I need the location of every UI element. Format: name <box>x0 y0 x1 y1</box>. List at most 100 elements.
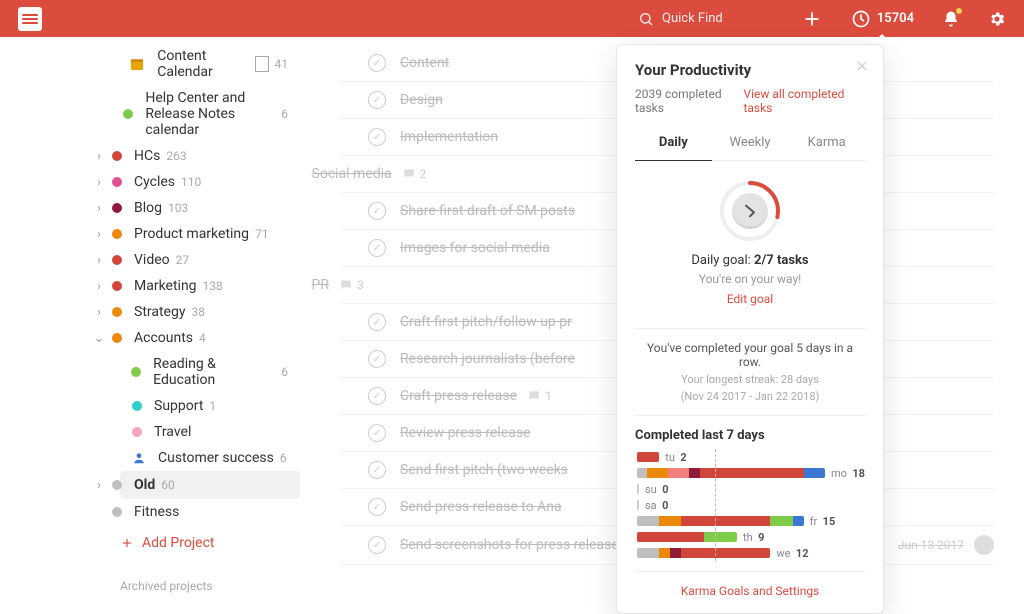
sidebar-project[interactable]: Support1 <box>120 393 300 419</box>
settings-button[interactable] <box>988 10 1006 28</box>
chevron-right-icon: › <box>90 305 108 320</box>
sidebar-project[interactable]: ›Strategy38 <box>120 299 300 325</box>
project-name: Content Calendar <box>157 48 248 80</box>
project-name: Old <box>134 477 155 493</box>
project-color-dot <box>112 203 122 213</box>
person-icon <box>132 451 146 465</box>
sidebar-project[interactable]: ›HCs263 <box>120 143 300 169</box>
sidebar-project[interactable]: Content Calendar 41 <box>120 43 300 85</box>
sidebar-project[interactable]: ›Cycles110 <box>120 169 300 195</box>
task-checkbox[interactable]: ✓ <box>368 91 386 109</box>
chevron-right-icon: › <box>90 201 108 216</box>
quick-find-placeholder: Quick Find <box>662 11 723 26</box>
week-chart-label: fr 15 <box>810 515 836 528</box>
comment-count[interactable]: 3 <box>339 278 364 292</box>
project-color-dot <box>112 177 122 187</box>
sidebar-project[interactable]: Travel <box>120 419 300 445</box>
add-project-button[interactable]: Add Project <box>120 525 300 551</box>
sidebar-project[interactable]: ›Video27 <box>120 247 300 273</box>
project-color-dot <box>112 507 122 517</box>
project-name: Blog <box>134 200 162 216</box>
project-color-dot <box>123 109 133 119</box>
sidebar-project[interactable]: ⌄Accounts4 <box>120 325 300 351</box>
sidebar-project[interactable]: Fitness <box>120 499 300 525</box>
project-name: Fitness <box>134 504 179 520</box>
task-checkbox[interactable]: ✓ <box>368 424 386 442</box>
notifications-button[interactable] <box>942 10 960 28</box>
productivity-icon <box>851 9 871 29</box>
tab-daily[interactable]: Daily <box>635 129 712 161</box>
task-name: Design <box>400 92 443 108</box>
plus-icon <box>120 536 134 550</box>
week-chart-label: tu 2 <box>665 451 686 464</box>
task-checkbox[interactable]: ✓ <box>368 498 386 516</box>
task-date: Jun 13 2017 <box>898 538 964 552</box>
assignee-avatar <box>974 535 994 555</box>
project-name: Reading & Education <box>153 356 275 388</box>
archived-projects-link[interactable]: Archived projects <box>120 579 300 593</box>
chevron-down-icon: ⌄ <box>90 331 108 346</box>
project-count: 6 <box>280 451 287 465</box>
week-chart-bar <box>637 548 770 558</box>
quick-find[interactable]: Quick Find <box>638 11 723 27</box>
comment-count[interactable]: 1 <box>527 389 552 403</box>
project-count: 41 <box>275 57 289 71</box>
completed-count: 2039 completed tasks <box>635 87 743 115</box>
view-all-completed-link[interactable]: View all completed tasks <box>743 87 865 115</box>
project-name: Customer success <box>158 450 274 466</box>
gear-icon <box>988 10 1006 28</box>
edit-goal-link[interactable]: Edit goal <box>727 292 773 306</box>
plus-icon <box>801 8 823 30</box>
sidebar-project[interactable]: ›Blog103 <box>120 195 300 221</box>
tab-karma[interactable]: Karma <box>788 129 865 160</box>
task-checkbox[interactable]: ✓ <box>368 313 386 331</box>
task-checkbox[interactable]: ✓ <box>368 350 386 368</box>
project-color-dot <box>112 307 122 317</box>
project-name: Video <box>134 252 170 268</box>
sidebar-project[interactable]: ›Old60 <box>120 471 300 499</box>
project-count: 6 <box>281 107 288 121</box>
project-name: Accounts <box>134 330 193 346</box>
add-task-button[interactable] <box>801 8 823 30</box>
task-checkbox[interactable]: ✓ <box>368 387 386 405</box>
app-logo[interactable] <box>18 7 42 31</box>
week-chart-title: Completed last 7 days <box>635 428 865 443</box>
task-name: Craft press release <box>400 388 517 404</box>
task-checkbox[interactable]: ✓ <box>368 461 386 479</box>
week-chart-label: sa 0 <box>645 499 668 512</box>
sidebar-project[interactable]: Help Center and Release Notes calendar6 <box>120 85 300 143</box>
comment-count[interactable]: 2 <box>402 167 427 181</box>
project-count: 71 <box>255 227 269 241</box>
daily-goal-gauge <box>718 179 782 243</box>
close-button[interactable] <box>855 59 869 73</box>
project-count: 6 <box>281 365 288 379</box>
week-chart-label: th 9 <box>743 531 764 544</box>
tab-weekly[interactable]: Weekly <box>712 129 789 160</box>
goal-marker-line <box>715 449 716 561</box>
comment-icon <box>527 389 541 403</box>
sidebar-project[interactable]: ›Marketing138 <box>120 273 300 299</box>
project-name: Product marketing <box>134 226 249 242</box>
week-chart-bar <box>637 516 804 526</box>
task-checkbox[interactable]: ✓ <box>368 202 386 220</box>
task-name: Social media <box>312 166 392 182</box>
sidebar-project[interactable]: ›Product marketing71 <box>120 221 300 247</box>
sidebar-project[interactable]: Reading & Education 6 <box>120 351 300 393</box>
streak-current: You've completed your goal 5 days in a r… <box>635 341 865 369</box>
task-checkbox[interactable]: ✓ <box>368 128 386 146</box>
popover-title: Your Productivity <box>635 61 865 79</box>
sidebar-project[interactable]: Customer success 6 <box>120 445 300 471</box>
task-checkbox[interactable]: ✓ <box>368 536 386 554</box>
task-checkbox[interactable]: ✓ <box>368 54 386 72</box>
task-name: Research journalists (before <box>400 351 575 367</box>
streak-longest: Your longest streak: 28 days <box>635 373 865 386</box>
chevron-right-icon: › <box>90 253 108 268</box>
chevron-right-icon: › <box>90 478 108 493</box>
project-count: 4 <box>199 331 206 345</box>
karma-button[interactable]: 15704 <box>851 9 914 29</box>
karma-settings-link[interactable]: Karma Goals and Settings <box>681 584 820 598</box>
search-icon <box>638 11 654 27</box>
topbar: Quick Find 15704 <box>0 0 1024 37</box>
sidebar: Content Calendar 41 Help Center and Releas… <box>0 37 300 593</box>
task-checkbox[interactable]: ✓ <box>368 239 386 257</box>
